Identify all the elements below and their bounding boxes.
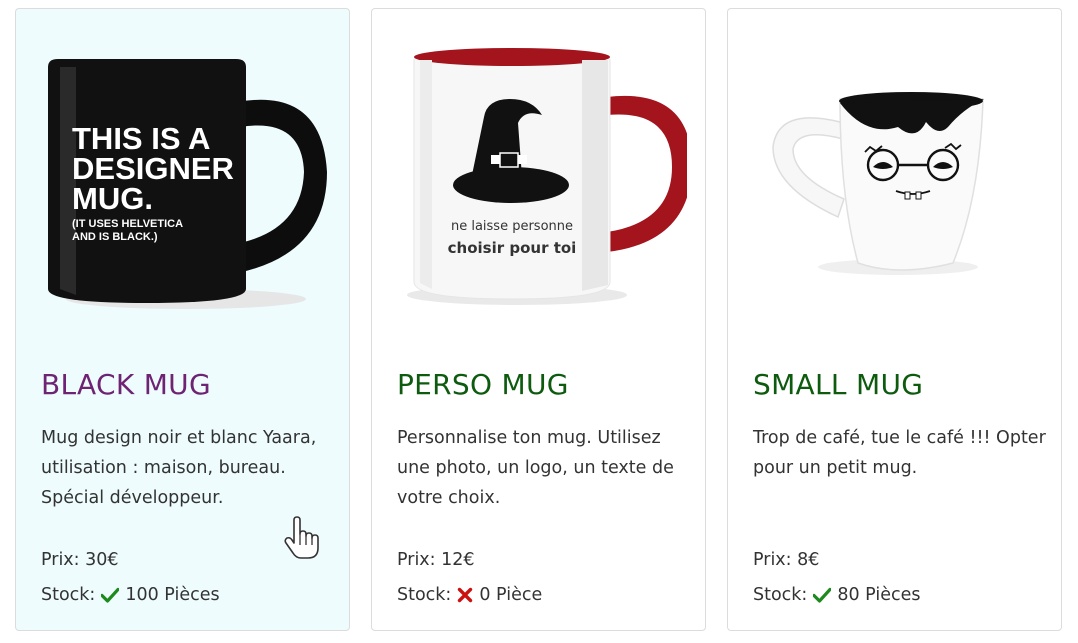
stock-value: 80 Pièces [837,585,921,605]
product-stock: Stock: 80 Pièces [753,585,920,605]
svg-text:MUG.: MUG. [72,181,153,216]
check-icon [101,587,120,603]
svg-text:choisir pour toi: choisir pour toi [448,239,577,257]
svg-text:(IT USES HELVETICA: (IT USES HELVETICA [72,218,183,230]
stock-value: 0 Pièce [479,585,543,605]
product-title[interactable]: BLACK MUG [41,368,211,401]
product-price: Prix: 30€ [41,550,119,570]
product-stock: Stock: 0 Pièce [397,585,542,605]
stock-label: Stock: [397,585,452,605]
stock-label: Stock: [753,585,808,605]
product-description: Mug design noir et blanc Yaara, utilisat… [41,428,317,508]
product-image-perso-mug[interactable]: ne laisse personne choisir pour toi [392,27,692,327]
cross-icon [458,587,473,603]
product-price: Prix: 12€ [397,550,475,570]
svg-text:ne laisse personne: ne laisse personne [451,219,573,234]
stock-value: 100 Pièces [125,585,220,605]
product-description: Trop de café, tue le café !!! Opter pour… [753,428,1046,478]
svg-text:AND IS BLACK.): AND IS BLACK.) [72,231,158,243]
product-description: Personnalise ton mug. Utilisez une photo… [397,428,674,508]
product-image-small-mug[interactable] [748,27,1043,327]
product-image-black-mug[interactable]: THIS IS A DESIGNER MUG. (IT USES HELVETI… [36,27,331,327]
product-card-black-mug[interactable]: THIS IS A DESIGNER MUG. (IT USES HELVETI… [15,8,350,631]
product-title[interactable]: PERSO MUG [397,368,569,401]
product-stock: Stock: 100 Pièces [41,585,220,605]
product-card-small-mug[interactable]: SMALL MUG Trop de café, tue le café !!! … [727,8,1062,631]
product-price: Prix: 8€ [753,550,820,570]
check-icon [813,587,832,603]
product-title[interactable]: SMALL MUG [753,368,923,401]
hand-pointer-icon [284,516,319,559]
stock-label: Stock: [41,585,96,605]
product-card-perso-mug[interactable]: ne laisse personne choisir pour toi PERS… [371,8,706,631]
